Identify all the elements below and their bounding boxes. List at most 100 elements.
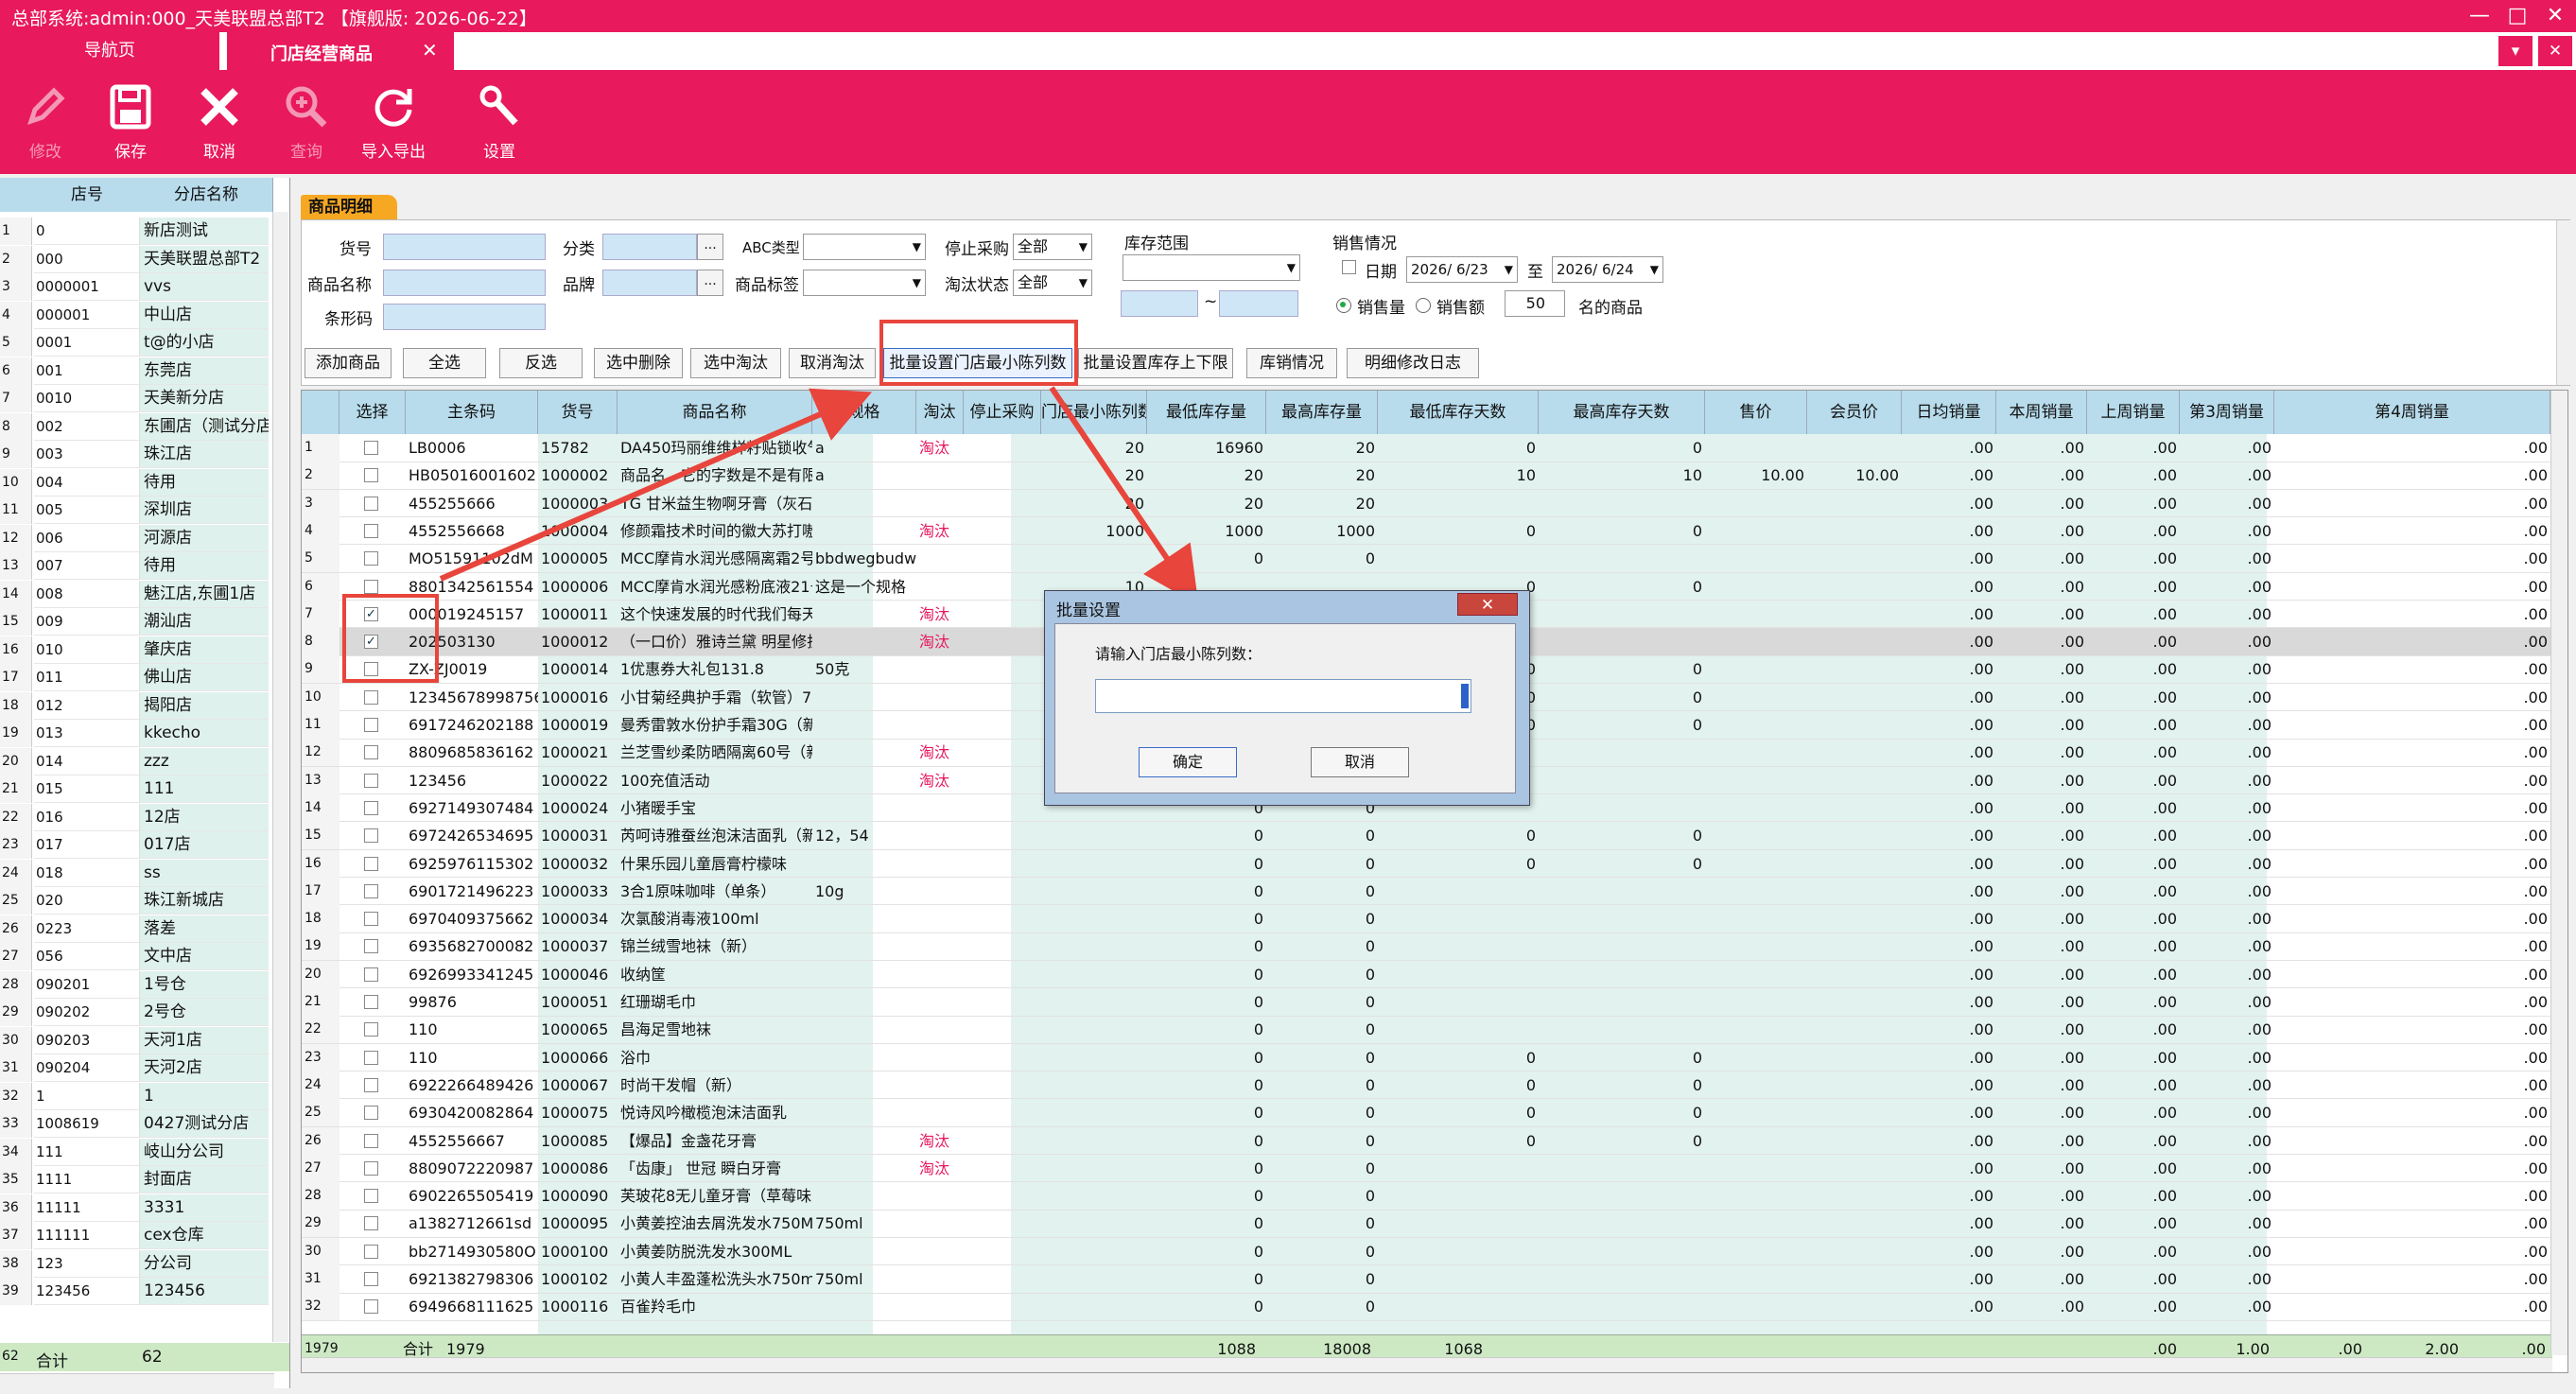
store-row[interactable]: 21 015 111 [0,775,289,804]
store-row[interactable]: 12 006 河源店 [0,524,289,553]
store-row[interactable]: 10 004 待用 [0,468,289,497]
store-row[interactable]: 8 002 东圃店（测试分店 [0,412,289,442]
table-row[interactable]: 22 110 1000065 昌海足雪地袜 0 0 .00 .00 .00 .00 .00 [302,1016,2552,1044]
store-row[interactable]: 37 111111 cex仓库 [0,1222,289,1250]
store-row[interactable]: 18 012 揭阳店 [0,691,289,721]
column-header-eliminated[interactable]: 淘汰 [916,391,964,434]
table-row[interactable]: 32 6949668111625 1000116 百雀羚毛巾 0 0 .00 .00 .00 .0… [302,1293,2552,1321]
row-select-checkbox[interactable] [364,773,378,788]
table-row[interactable]: 1 LB0006 15782 DA450玛丽维维样籽贴锁收气垫a 淘汰 20 16960 20… [302,434,2552,462]
table-row[interactable]: 3 455255666 1000003 TG 甘米益生物啊牙膏（灰石白桃） 20 20 20… [302,489,2552,518]
stop-purchase-select[interactable]: 全部 ▼ [1013,234,1092,260]
product-tag-select[interactable]: ▼ [803,270,926,296]
tab-store-products[interactable]: 门店经营商品 ✕ [227,32,454,70]
table-row[interactable]: 19 6935682700082 1000037 锦兰绒雪地袜（新） 0 0 .00 .00.… [302,932,2552,961]
column-header-select[interactable]: 选择 [339,391,406,434]
row-select-checkbox[interactable] [364,1272,378,1286]
store-row[interactable]: 28 090201 1号仓 [0,970,289,1000]
row-select-checkbox[interactable] [364,468,378,483]
min-display-input[interactable] [1095,679,1471,713]
table-row[interactable]: 18 6970409375662 1000034 次氯酸消毒液100ml 0 0 .00 .0… [302,905,2552,933]
store-row[interactable]: 35 1111 封面店 [0,1166,289,1194]
column-header-product-name[interactable]: 商品名称 [618,391,812,434]
table-row[interactable]: 20 6926993341245 1000046 收纳筐 0 0 .00 .00 .00 .00.… [302,960,2552,989]
store-row[interactable]: 22 016 12店 [0,803,289,832]
category-input[interactable] [602,234,697,260]
row-select-checkbox[interactable] [364,1216,378,1231]
section-tab-product-detail[interactable]: 商品明细 [301,195,397,219]
store-row[interactable]: 11 005 深圳店 [0,497,289,525]
store-row[interactable]: 16 010 肇庆店 [0,636,289,665]
row-select-checkbox[interactable] [364,745,378,760]
store-row[interactable]: 33 1008619 0427测试分店 [0,1110,289,1139]
top-n-spinner[interactable]: 50 [1505,290,1565,317]
date-checkbox[interactable] [1342,260,1356,274]
row-select-checkbox[interactable] [364,939,378,954]
store-row[interactable]: 3 0000001 vvs [0,273,289,302]
table-row[interactable]: 2 HB05016001602 1000002 商品名，它的字数是不是有限制 a 20 20… [302,462,2552,490]
store-list-horizontal-scrollbar[interactable] [0,1373,274,1388]
column-header-last-week-sales[interactable]: 上周销量 [2087,391,2180,434]
date-from-picker[interactable]: 2026/ 6/23 ▼ [1406,256,1518,283]
minimize-button[interactable]: — [2461,2,2498,30]
store-list-vertical-scrollbar[interactable] [272,212,288,1342]
import-export-button[interactable]: 导入导出 [356,81,431,170]
store-row[interactable]: 31 090204 天河2店 [0,1054,289,1083]
table-row[interactable]: 17 6901721496223 1000033 3合1原味咖啡（单条） 10g 0 0 .0… [302,877,2552,906]
eliminate-selected-button[interactable]: 选中淘汰 [690,348,781,378]
save-button[interactable]: 保存 [93,81,168,170]
row-select-checkbox[interactable] [364,1299,378,1315]
row-select-checkbox[interactable] [364,856,378,871]
column-header-avg-sales[interactable]: 日均销量 [1902,391,1996,434]
table-row[interactable]: 5 MO51591102dM 1000005 MCC摩肯水润光感隔离霜2号ceshib… [302,545,2552,573]
brand-picker-button[interactable]: ... [697,270,723,296]
table-row[interactable]: 24 6922266489426 1000067 时尚干发帽（新） 0 0 0 0 .00 .00… [302,1071,2552,1100]
store-row[interactable]: 38 123 分公司 [0,1249,289,1279]
add-product-button[interactable]: 添加商品 [305,348,392,378]
table-row[interactable]: 21 99876 1000051 红珊瑚毛巾 0 0 .00 .00 .00 .00 .00 [302,988,2552,1017]
row-select-checkbox[interactable] [364,883,378,898]
row-select-checkbox[interactable] [364,1133,378,1148]
store-row[interactable]: 27 056 文中店 [0,943,289,971]
sales-qty-radio[interactable] [1336,298,1351,313]
row-select-checkbox[interactable] [364,1106,378,1121]
row-select-checkbox[interactable] [364,1077,378,1092]
column-header-item-no[interactable]: 货号 [538,391,618,434]
eliminate-status-select[interactable]: 全部 ▼ [1013,270,1092,296]
grid-vertical-scrollbar[interactable] [2550,391,2567,1355]
row-select-checkbox[interactable] [364,800,378,815]
table-row[interactable]: 28 6902265505419 1000090 芙玻花8无儿童牙膏（草莓味） 0 0 .0… [302,1182,2552,1211]
store-row[interactable]: 4 000001 中山店 [0,301,289,330]
store-row[interactable]: 25 020 珠江新城店 [0,887,289,915]
column-header-max-stock-days[interactable]: 最高库存天数 [1539,391,1705,434]
dialog-cancel-button[interactable]: 取消 [1311,747,1409,777]
grid-horizontal-scrollbar[interactable] [302,1357,2552,1372]
table-row[interactable]: 25 6930420082864 1000075 悦诗风吟橄榄泡沫洁面乳 0 0 0 0 .00… [302,1099,2552,1127]
row-select-checkbox[interactable] [364,496,378,511]
row-select-checkbox[interactable] [364,551,378,566]
store-row[interactable]: 17 011 佛山店 [0,664,289,692]
table-row[interactable]: 30 bb2714930580O 1000100 小黄姜防脱洗发水300ML 0 0 .00… [302,1237,2552,1266]
store-row[interactable]: 19 013 kkecho [0,720,289,748]
dialog-ok-button[interactable]: 确定 [1139,747,1237,777]
invert-selection-button[interactable]: 反选 [499,348,583,378]
column-header-week3-sales[interactable]: 第3周销量 [2180,391,2274,434]
store-row[interactable]: 29 090202 2号仓 [0,999,289,1027]
row-select-checkbox[interactable] [364,579,378,594]
cancel-eliminate-button[interactable]: 取消淘汰 [789,348,876,378]
abc-type-select[interactable]: ▼ [803,234,926,260]
store-row[interactable]: 36 11111 3331 [0,1194,289,1223]
store-id-header[interactable]: 店号 [34,178,141,212]
stock-range-select[interactable]: ▼ [1123,254,1300,281]
row-select-checkbox[interactable] [364,967,378,982]
tab-close-icon[interactable]: ✕ [422,39,438,61]
date-to-picker[interactable]: 2026/ 6/24 ▼ [1552,256,1663,283]
store-row[interactable]: 14 008 魅江店,东圃1店 [0,580,289,609]
store-name-header[interactable]: 分店名称 [140,178,273,212]
store-row[interactable]: 23 017 017店 [0,831,289,860]
row-select-checkbox[interactable] [364,912,378,927]
store-row[interactable]: 9 003 珠江店 [0,441,289,469]
row-select-checkbox[interactable] [364,689,378,705]
store-row[interactable]: 13 007 待用 [0,552,289,581]
row-select-checkbox[interactable] [364,1050,378,1065]
